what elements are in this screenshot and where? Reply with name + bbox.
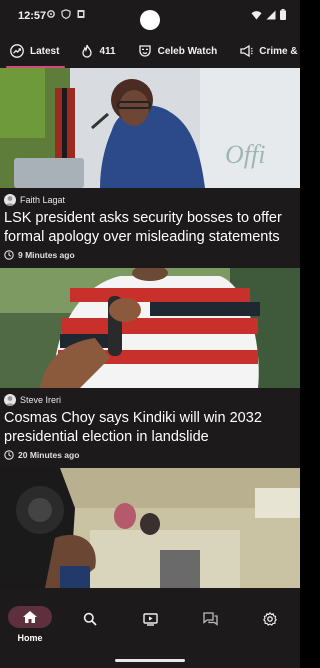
settings-icon	[263, 612, 277, 626]
svg-text:Offi: Offi	[225, 140, 265, 169]
category-tabs: Latest 411 Celeb Watch Crime & Scandal	[0, 34, 300, 68]
article-photo: Offi	[0, 68, 300, 188]
status-left-icons	[46, 9, 86, 19]
author-name: Faith Lagat	[20, 195, 66, 205]
nav-home-label[interactable]: Home	[8, 633, 52, 643]
battery-icon	[280, 9, 286, 20]
status-right-icons	[251, 9, 286, 20]
nav-search[interactable]	[68, 609, 112, 629]
article-headline[interactable]: LSK president asks security bosses to of…	[4, 209, 296, 247]
nav-chat[interactable]	[188, 609, 232, 629]
author-avatar-icon	[4, 194, 16, 206]
article-author: Faith Lagat	[4, 194, 296, 206]
article-image[interactable]	[0, 468, 300, 588]
trending-icon	[10, 44, 24, 58]
app-screen: 12:57 Latest 411 Celeb Watch Crime & Off…	[0, 0, 300, 668]
clock-icon	[4, 250, 14, 260]
megaphone-icon	[240, 44, 254, 58]
time-ago-text: 20 Minutes ago	[18, 450, 80, 460]
nav-home[interactable]	[8, 606, 52, 628]
chat-icon	[202, 612, 218, 626]
tab-label: Crime & Scandal	[259, 45, 300, 57]
article-meta: Steve Ireri Cosmas Choy says Kindiki wil…	[0, 388, 300, 468]
article-photo	[0, 468, 300, 588]
video-icon	[142, 613, 158, 626]
article-image[interactable]	[0, 268, 300, 388]
article-timestamp: 20 Minutes ago	[4, 450, 296, 460]
app-notification-icon	[77, 10, 85, 18]
tab-celeb-watch[interactable]: Celeb Watch	[128, 34, 230, 68]
article-photo	[0, 268, 300, 388]
search-icon	[83, 612, 97, 626]
article-timestamp: 9 Minutes ago	[4, 250, 296, 260]
author-name: Steve Ireri	[20, 395, 62, 405]
article-meta: Faith Lagat LSK president asks security …	[0, 188, 300, 268]
signal-icon	[266, 10, 276, 19]
tab-latest[interactable]: Latest	[0, 34, 71, 68]
home-icon	[23, 611, 37, 623]
article-author: Steve Ireri	[4, 394, 296, 406]
news-feed[interactable]: Offi Faith Lagat LSK president asks secu	[0, 68, 300, 591]
tab-label: Celeb Watch	[157, 45, 218, 57]
front-camera	[140, 10, 160, 30]
tab-label: 411	[99, 45, 116, 57]
article-card[interactable]: Offi Faith Lagat LSK president asks secu	[0, 68, 300, 268]
bottom-navigation: Home	[0, 591, 300, 668]
tab-label: Latest	[30, 45, 60, 57]
article-image[interactable]: Offi	[0, 68, 300, 188]
gear-icon	[47, 10, 55, 18]
status-time: 12:57	[18, 10, 47, 22]
nav-settings[interactable]	[248, 609, 292, 629]
nav-video[interactable]	[128, 609, 172, 629]
time-ago-text: 9 Minutes ago	[18, 250, 75, 260]
article-card[interactable]: Steve Ireri Cosmas Choy says Kindiki wil…	[0, 268, 300, 468]
status-bar: 12:57	[0, 0, 300, 34]
gesture-home-indicator[interactable]	[115, 659, 185, 662]
mask-icon	[138, 45, 151, 57]
wifi-icon	[251, 10, 262, 19]
article-headline[interactable]: Cosmas Choy says Kindiki will win 2032 p…	[4, 409, 296, 447]
article-card[interactable]	[0, 468, 300, 588]
tab-crime-scandal[interactable]: Crime & Scandal	[229, 34, 300, 68]
tab-411[interactable]: 411	[71, 34, 127, 68]
flame-icon	[82, 44, 93, 58]
shield-icon	[61, 9, 71, 19]
author-avatar-icon	[4, 394, 16, 406]
clock-icon	[4, 450, 14, 460]
